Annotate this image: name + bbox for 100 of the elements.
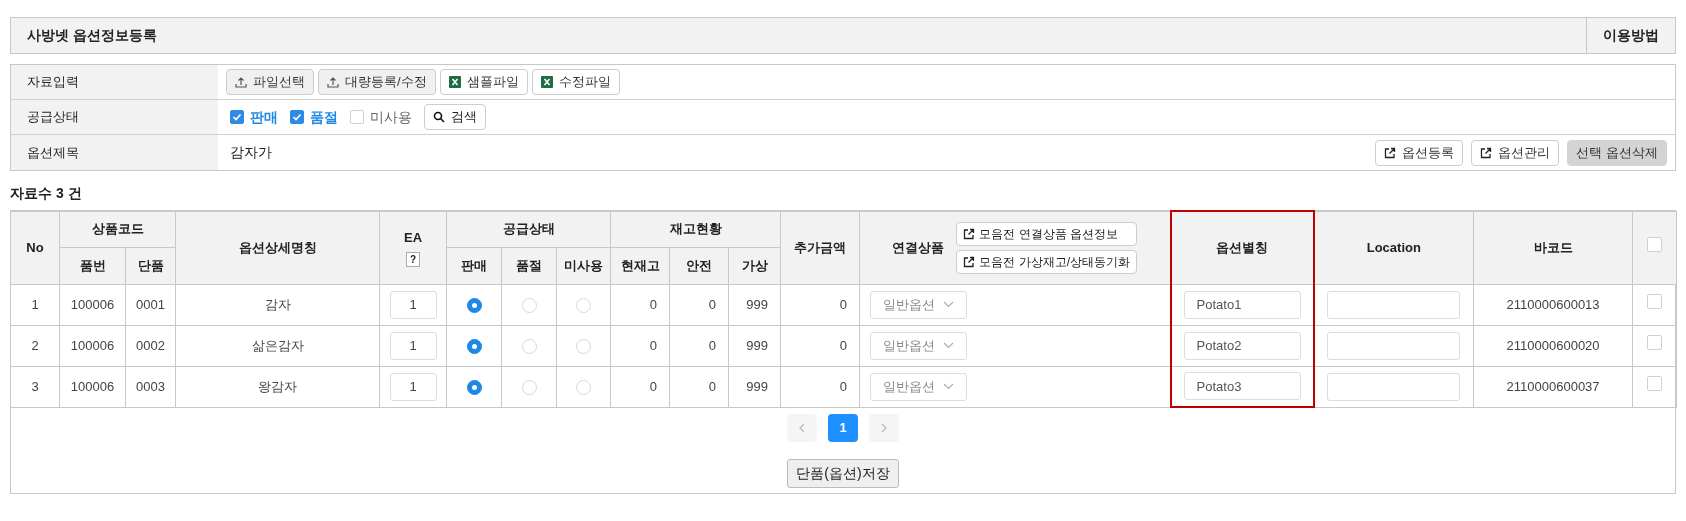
table-cell: 0002 bbox=[125, 325, 176, 366]
spreadsheet-icon bbox=[448, 76, 461, 88]
option-type-dropdown[interactable]: 일반옵션 bbox=[870, 290, 968, 319]
checkbox[interactable] bbox=[350, 110, 364, 124]
quantity-field[interactable]: 1 bbox=[389, 372, 437, 401]
column-header: 바코드 bbox=[1473, 211, 1633, 284]
column-header: 가상 bbox=[728, 247, 781, 284]
alias-field[interactable]: Potato1 bbox=[1183, 290, 1301, 319]
quantity-field[interactable]: 1 bbox=[389, 331, 437, 360]
table-cell: 100006 bbox=[59, 284, 126, 325]
checkmark-icon bbox=[232, 112, 242, 122]
checkbox[interactable] bbox=[1647, 376, 1663, 392]
table-cell: 0001 bbox=[125, 284, 176, 325]
radio-button[interactable] bbox=[466, 379, 482, 395]
table-cell: 0003 bbox=[125, 366, 176, 407]
alias-field[interactable]: Potato2 bbox=[1183, 331, 1301, 360]
external-link-button[interactable]: 모음전 연결상품 옵션정보 bbox=[956, 221, 1138, 246]
spreadsheet-icon bbox=[540, 76, 553, 88]
help-button[interactable]: 이용방법 bbox=[1586, 18, 1675, 53]
upload-button[interactable]: 대량등록/수정 bbox=[318, 69, 436, 95]
table-cell: 999 bbox=[728, 366, 781, 407]
checkbox-label: 품절 bbox=[310, 107, 338, 127]
radio-button[interactable] bbox=[466, 338, 482, 354]
column-header: 미사용 bbox=[556, 247, 611, 284]
column-header: 옵션상세명칭 bbox=[175, 211, 380, 284]
column-header-text: 연결상품 bbox=[892, 238, 945, 257]
external-link-button[interactable]: 모음전 가상재고/상태동기화 bbox=[956, 249, 1138, 274]
table-cell: 왕감자 bbox=[175, 366, 380, 407]
column-header: 안전 bbox=[669, 247, 729, 284]
column-header: 단품 bbox=[125, 247, 176, 284]
column-header: 상품코드 bbox=[59, 211, 176, 247]
table-cell: 0 bbox=[669, 366, 729, 407]
chevron-left-icon bbox=[799, 423, 805, 433]
location-field[interactable] bbox=[1327, 331, 1461, 360]
table-cell: 0 bbox=[669, 325, 729, 366]
download-button[interactable]: 수정파일 bbox=[531, 69, 620, 95]
table-cell: 0 bbox=[780, 284, 860, 325]
column-header-text: EA bbox=[403, 229, 423, 248]
table-cell: 2110000600013 bbox=[1473, 284, 1633, 325]
table-cell: 0 bbox=[610, 366, 670, 407]
table-cell: 100006 bbox=[59, 325, 126, 366]
location-field[interactable] bbox=[1327, 372, 1461, 401]
chevron-down-icon bbox=[943, 301, 955, 308]
search-button[interactable]: 검색 bbox=[424, 104, 486, 130]
chevron-right-icon bbox=[881, 423, 887, 433]
open-button[interactable]: 옵션등록 bbox=[1375, 139, 1464, 166]
delete-button[interactable]: 선택 옵션삭제 bbox=[1567, 139, 1667, 166]
help-badge[interactable]: ? bbox=[405, 251, 421, 267]
table-cell: 999 bbox=[728, 325, 781, 366]
column-header: 품절 bbox=[501, 247, 557, 284]
column-header: 품번 bbox=[59, 247, 126, 284]
checkbox[interactable] bbox=[1647, 294, 1663, 310]
quantity-field[interactable]: 1 bbox=[389, 290, 437, 319]
row-label: 옵션제목 bbox=[11, 135, 218, 170]
table-cell: 삶은감자 bbox=[175, 325, 380, 366]
table-cell: 0 bbox=[780, 366, 860, 407]
chevron-down-icon bbox=[943, 342, 955, 349]
table-cell: 2110000600037 bbox=[1473, 366, 1633, 407]
download-button[interactable]: 샘플파일 bbox=[439, 69, 528, 95]
table-cell: 1 bbox=[10, 284, 60, 325]
table-cell: 감자 bbox=[175, 284, 380, 325]
save-button[interactable]: 단품(옵션)저장 bbox=[787, 459, 899, 488]
record-count: 자료수 3 건 bbox=[10, 184, 83, 203]
option-type-dropdown[interactable]: 일반옵션 bbox=[870, 372, 968, 401]
alias-field[interactable]: Potato3 bbox=[1183, 372, 1301, 401]
table-cell: 3 bbox=[10, 366, 60, 407]
option-type-dropdown[interactable]: 일반옵션 bbox=[870, 331, 968, 360]
location-field[interactable] bbox=[1327, 290, 1461, 319]
table-cell: 0 bbox=[610, 325, 670, 366]
column-header: 현재고 bbox=[610, 247, 670, 284]
column-header: 추가금액 bbox=[780, 211, 860, 284]
table-cell: 100006 bbox=[59, 366, 126, 407]
table-cell: 0 bbox=[669, 284, 729, 325]
checkbox[interactable] bbox=[1647, 237, 1663, 253]
column-header: Location bbox=[1313, 211, 1474, 284]
checkmark-icon bbox=[292, 112, 302, 122]
checkbox[interactable] bbox=[1647, 335, 1663, 351]
column-header: 재고현황 bbox=[610, 211, 781, 247]
checkbox[interactable] bbox=[290, 110, 304, 124]
table-cell: 0 bbox=[780, 325, 860, 366]
checkbox[interactable] bbox=[230, 110, 244, 124]
checkbox-label: 미사용 bbox=[370, 107, 412, 127]
external-link-icon bbox=[1480, 146, 1493, 159]
external-link-icon bbox=[963, 255, 976, 268]
page-title: 사방넷 옵션정보등록 bbox=[26, 26, 158, 45]
next-page-button[interactable] bbox=[869, 414, 899, 442]
upload-button[interactable]: 파일선택 bbox=[226, 69, 314, 95]
table-cell: 2 bbox=[10, 325, 60, 366]
table-cell: 0 bbox=[610, 284, 670, 325]
checkbox-label: 판매 bbox=[250, 107, 278, 127]
column-header: 판매 bbox=[446, 247, 502, 284]
previous-page-button[interactable] bbox=[787, 414, 817, 442]
radio-button[interactable] bbox=[466, 297, 482, 313]
open-button[interactable]: 옵션관리 bbox=[1471, 139, 1560, 166]
search-icon bbox=[433, 111, 445, 123]
external-link-icon bbox=[963, 227, 976, 240]
option-title-value: 감자가 bbox=[229, 143, 273, 162]
upload-icon bbox=[327, 76, 339, 88]
external-link-icon bbox=[1384, 146, 1397, 159]
table-cell: 999 bbox=[728, 284, 781, 325]
